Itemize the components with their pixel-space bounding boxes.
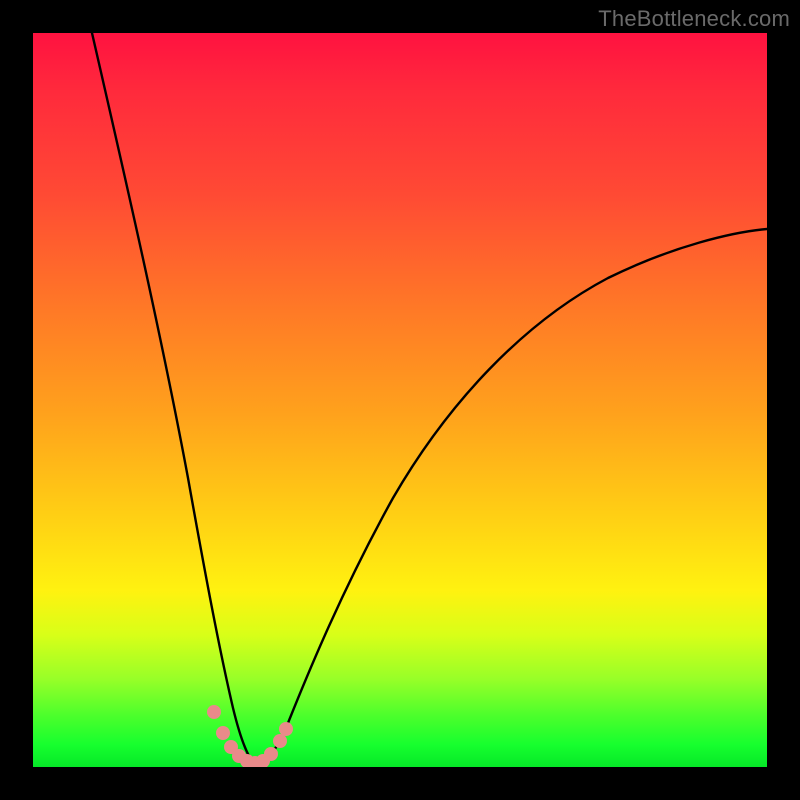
- chart-frame: TheBottleneck.com: [0, 0, 800, 800]
- chart-gradient-background: [33, 33, 767, 767]
- watermark-text: TheBottleneck.com: [598, 6, 790, 32]
